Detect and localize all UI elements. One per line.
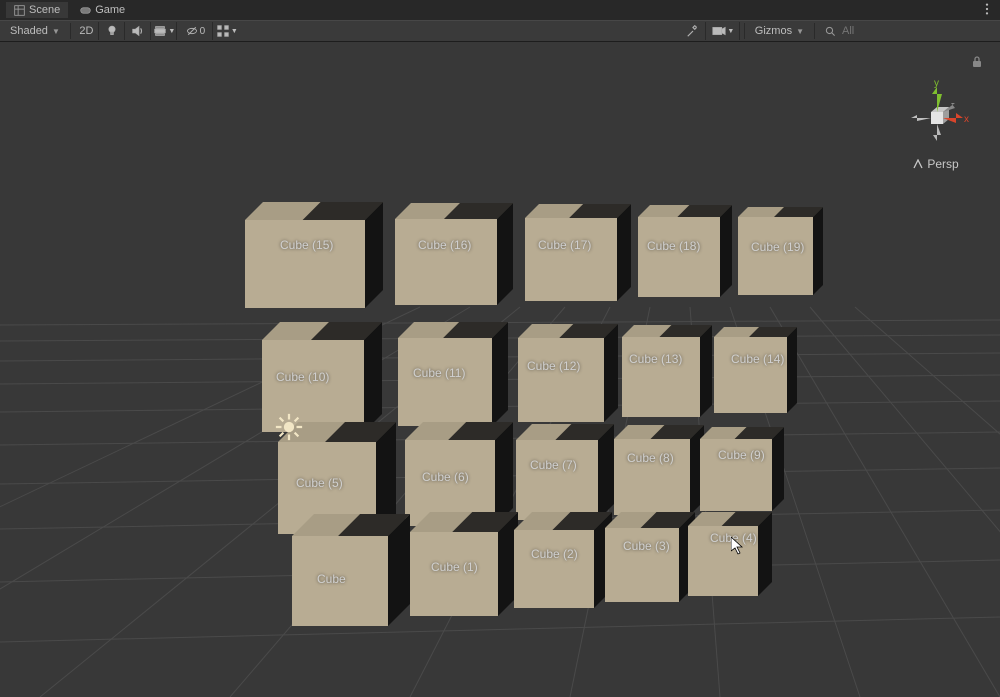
cube-label: Cube xyxy=(317,572,346,586)
scene-cube[interactable] xyxy=(614,425,704,515)
cube-label: Cube (17) xyxy=(538,238,591,252)
camera-icon xyxy=(712,24,726,38)
chevron-down-icon: ▼ xyxy=(52,27,60,36)
cube-label: Cube (6) xyxy=(422,470,469,484)
cube-label: Cube (18) xyxy=(647,239,700,253)
tab-bar: Scene Game xyxy=(0,0,1000,20)
grid-icon xyxy=(216,24,230,38)
sun-icon xyxy=(274,412,304,442)
tab-scene-label: Scene xyxy=(29,4,60,16)
scene-cube[interactable] xyxy=(245,202,383,308)
scene-cube[interactable] xyxy=(688,512,772,596)
shading-mode-dropdown[interactable]: Shaded ▼ xyxy=(4,24,66,38)
tab-game[interactable]: Game xyxy=(72,2,133,18)
shading-mode-label: Shaded xyxy=(10,25,48,37)
cube-label: Cube (15) xyxy=(280,238,333,252)
toggle-2d-button[interactable]: 2D xyxy=(75,22,99,40)
cube-label: Cube (13) xyxy=(629,352,682,366)
tools-button[interactable] xyxy=(682,22,706,40)
search-icon xyxy=(825,26,836,37)
grid-snap-button[interactable]: ▼ xyxy=(215,22,239,40)
orientation-gizmo[interactable]: x y xyxy=(901,79,971,149)
gizmos-dropdown[interactable]: Gizmos ▼ xyxy=(749,24,810,38)
scene-cube[interactable] xyxy=(516,424,614,520)
cube-label: Cube (7) xyxy=(530,458,577,472)
scene-toolbar: Shaded ▼ 2D ▼ 0 ▼ ▼ xyxy=(0,20,1000,42)
cube-label: Cube (10) xyxy=(276,370,329,384)
axis-y-label: y xyxy=(934,79,939,89)
fx-icon xyxy=(153,24,167,38)
cube-label: Cube (5) xyxy=(296,476,343,490)
search-input[interactable] xyxy=(840,24,990,38)
scene-cube[interactable] xyxy=(292,514,410,626)
persp-icon xyxy=(913,159,923,169)
camera-button[interactable]: ▼ xyxy=(708,22,740,40)
window-menu-button[interactable] xyxy=(980,2,994,19)
camera-projection-label: Persp xyxy=(927,157,958,171)
scene-cube[interactable] xyxy=(700,427,784,511)
orientation-gizmo-area: x y Persp xyxy=(886,56,986,171)
scene-cube[interactable] xyxy=(605,512,695,602)
cube-label: Cube (3) xyxy=(623,539,670,553)
cube-label: Cube (9) xyxy=(718,448,765,462)
scene-cube[interactable] xyxy=(395,203,513,305)
light-gizmo[interactable] xyxy=(274,412,304,445)
toggle-lighting-button[interactable] xyxy=(101,22,125,40)
cube-label: Cube (19) xyxy=(751,240,804,254)
gizmos-label: Gizmos xyxy=(755,25,792,37)
toggle-audio-button[interactable] xyxy=(127,22,151,40)
axis-x-label: x xyxy=(964,114,969,125)
eye-off-icon xyxy=(186,24,198,38)
scene-icon xyxy=(14,5,25,16)
search-field[interactable] xyxy=(819,24,996,38)
camera-projection-toggle[interactable]: Persp xyxy=(913,157,958,171)
game-icon xyxy=(80,5,91,16)
cube-label: Cube (1) xyxy=(431,560,478,574)
cube-label: Cube (16) xyxy=(418,238,471,252)
lock-button[interactable] xyxy=(972,56,982,71)
cube-label: Cube (12) xyxy=(527,359,580,373)
toggle-fx-button[interactable]: ▼ xyxy=(153,22,177,40)
tab-game-label: Game xyxy=(95,4,125,16)
scene-cube[interactable] xyxy=(525,204,631,301)
scene-cube[interactable] xyxy=(518,324,618,422)
cube-label: Cube (8) xyxy=(627,451,674,465)
cube-label: Cube (14) xyxy=(731,352,784,366)
cursor-icon xyxy=(731,537,745,555)
audio-icon xyxy=(131,24,145,38)
lightbulb-icon xyxy=(105,24,119,38)
scene-cube[interactable] xyxy=(622,325,712,417)
wrench-icon xyxy=(686,24,700,38)
cube-label: Cube (11) xyxy=(413,366,465,380)
cube-label: Cube (2) xyxy=(531,547,578,561)
chevron-down-icon: ▼ xyxy=(796,27,804,36)
tab-scene[interactable]: Scene xyxy=(6,2,68,18)
scene-viewport[interactable]: Cube (15) Cube (16) Cube (17) Cube (18) xyxy=(0,42,1000,697)
toggle-visibility-button[interactable]: 0 xyxy=(179,22,213,40)
scene-cube[interactable] xyxy=(714,327,797,413)
lock-icon xyxy=(972,56,982,68)
